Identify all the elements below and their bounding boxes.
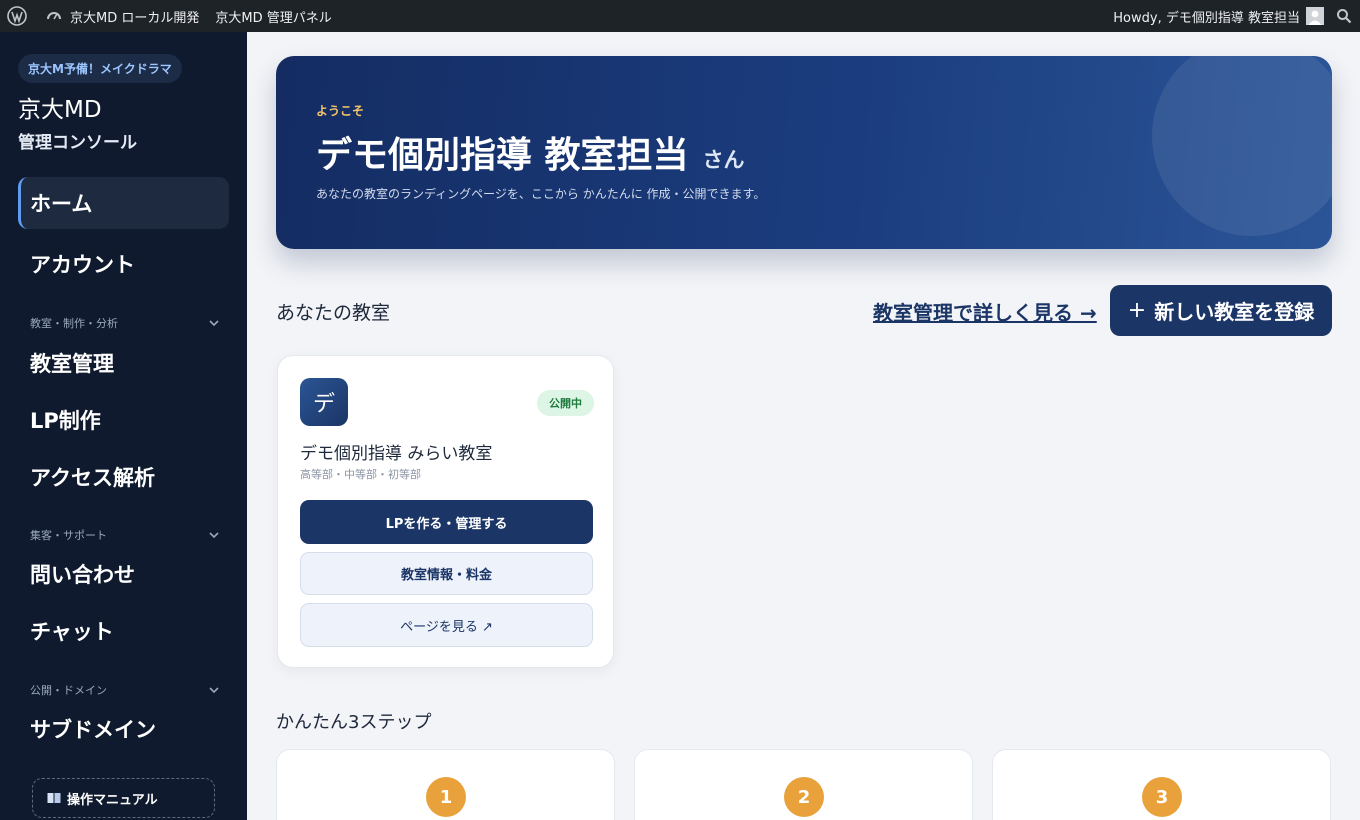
sidebar-item-classroom[interactable]: 教室管理 (18, 337, 229, 389)
classroom-divisions: 高等部・中等部・初等部 (300, 468, 421, 481)
sidebar: 京大M予備！メイクドラマ 京大MD 管理コンソール ホーム アカウント 教室・制… (0, 32, 247, 820)
sidebar-group-domain[interactable]: 公開・ドメイン (30, 682, 220, 698)
user-avatar-icon (1306, 7, 1324, 25)
register-classroom-label: 新しい教室を登録 (1154, 300, 1315, 324)
book-icon (47, 792, 61, 804)
classroom-avatar: デ (300, 378, 348, 426)
welcome-hero: ようこそ デモ個別指導 教室担当 さん あなたの教室のランディングページを、ここ… (276, 56, 1332, 249)
hero-description: あなたの教室のランディングページを、ここから かんたんに 作成・公開できます。 (316, 187, 766, 201)
brand-subtitle: 管理コンソール (18, 133, 137, 153)
sidebar-group-support[interactable]: 集客・サポート (30, 527, 220, 543)
site-name-link[interactable]: 京大MD ローカル開発 (38, 0, 207, 32)
my-account-menu[interactable]: Howdy, デモ個別指導 教室担当 (1105, 0, 1328, 32)
plus-icon: + (1127, 298, 1147, 323)
manual-button[interactable]: 操作マニュアル (32, 778, 215, 818)
step-card: 2 (634, 749, 973, 820)
status-badge: 公開中 (537, 390, 594, 416)
classroom-name: デモ個別指導 みらい教室 (300, 444, 493, 464)
wp-admin-bar: 京大MD ローカル開発 京大MD 管理パネル Howdy, デモ個別指導 教室担… (0, 0, 1360, 32)
sidebar-item-account[interactable]: アカウント (18, 238, 229, 290)
step-card: 3 (992, 749, 1331, 820)
manual-label: 操作マニュアル (67, 792, 158, 808)
hero-name-text: デモ個別指導 教室担当 (316, 135, 689, 176)
register-classroom-button[interactable]: + 新しい教室を登録 (1110, 285, 1332, 336)
steps-section-title: かんたん3ステップ (276, 712, 432, 733)
search-icon[interactable] (1328, 0, 1360, 32)
howdy-label: Howdy, デモ個別指導 教室担当 (1113, 10, 1300, 26)
hero-user-name: デモ個別指導 教室担当 さん (316, 126, 745, 178)
step-number: 3 (1142, 777, 1182, 817)
admin-panel-link[interactable]: 京大MD 管理パネル (207, 0, 339, 32)
chevron-down-icon (208, 317, 220, 329)
sidebar-group-label: 集客・サポート (30, 529, 107, 542)
sidebar-item-lp[interactable]: LP制作 (18, 394, 229, 446)
sidebar-item-analytics[interactable]: アクセス解析 (18, 451, 229, 503)
brand-title: 京大MD (18, 97, 102, 123)
hero-kicker: ようこそ (316, 104, 365, 118)
chevron-down-icon (208, 529, 220, 541)
sidebar-item-home[interactable]: ホーム (18, 177, 229, 229)
sidebar-group-label: 教室・制作・分析 (30, 317, 118, 330)
classroom-manage-link[interactable]: 教室管理で詳しく見る → (873, 297, 1097, 326)
brand-pill: 京大M予備！メイクドラマ (18, 54, 182, 83)
view-page-button[interactable]: ページを見る ↗ (300, 603, 593, 647)
dashboard-icon (46, 8, 62, 24)
sidebar-group-classroom[interactable]: 教室・制作・分析 (30, 315, 220, 331)
classrooms-section-title: あなたの教室 (276, 302, 391, 324)
sidebar-item-inquiry[interactable]: 問い合わせ (18, 548, 229, 600)
wordpress-logo-icon[interactable] (0, 0, 34, 32)
classroom-info-button[interactable]: 教室情報・料金 (300, 552, 593, 595)
step-number: 2 (784, 777, 824, 817)
hero-name-suffix: さん (702, 148, 745, 172)
step-number: 1 (426, 777, 466, 817)
manage-lp-button[interactable]: LPを作る・管理する (300, 500, 593, 544)
site-name-label: 京大MD ローカル開発 (70, 10, 200, 26)
sidebar-group-label: 公開・ドメイン (30, 684, 107, 697)
classroom-card: デ 公開中 デモ個別指導 みらい教室 高等部・中等部・初等部 LPを作る・管理す… (277, 355, 614, 668)
sidebar-item-chat[interactable]: チャット (18, 605, 229, 657)
step-card: 1 (276, 749, 615, 820)
hero-decoration (1152, 56, 1332, 236)
chevron-down-icon (208, 684, 220, 696)
sidebar-item-subdomain[interactable]: サブドメイン (18, 703, 229, 755)
